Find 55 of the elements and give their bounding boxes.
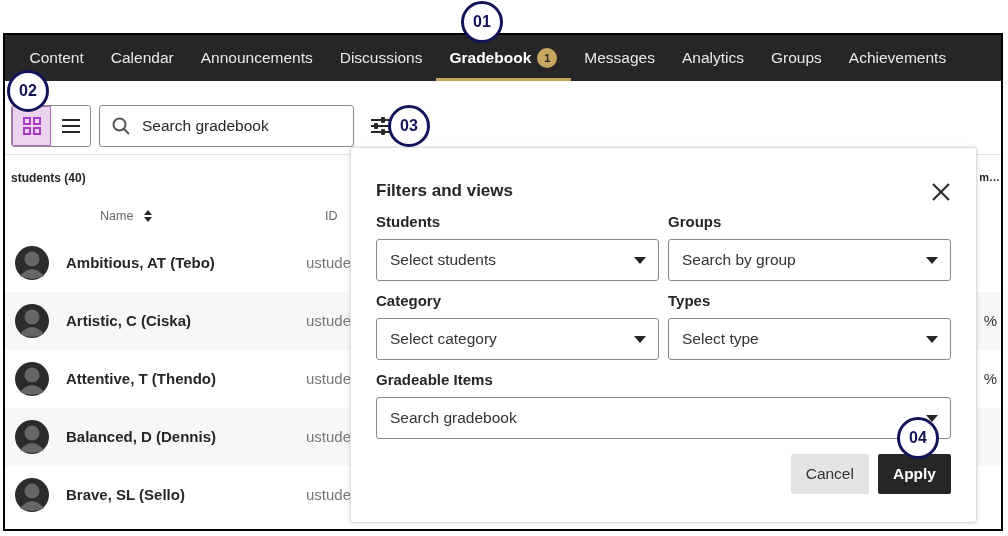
avatar-icon [15, 362, 49, 396]
grid-view-button[interactable] [12, 106, 51, 146]
count-badge: 1 [537, 48, 558, 68]
caret-icon [926, 256, 938, 264]
student-count: students (40) [11, 170, 86, 187]
nav-tab[interactable]: Messages [570, 35, 669, 81]
grid-icon [22, 117, 41, 135]
column-header[interactable]: ID [325, 206, 338, 226]
student-name[interactable]: Balanced, D (Dennis) [66, 425, 306, 449]
student-name[interactable]: Attentive, T (Thendo) [66, 367, 306, 391]
nav-tab[interactable]: Analytics [668, 35, 758, 81]
table-cell-text: % [983, 368, 997, 389]
student-id: ustude [306, 252, 352, 273]
dropdown-field[interactable]: Select students [376, 239, 659, 281]
caret-icon [926, 414, 938, 422]
sort-icon [143, 210, 154, 222]
search-icon [112, 117, 130, 135]
column-header: m… [979, 170, 1000, 185]
nav-tab[interactable]: Groups [757, 35, 836, 81]
avatar-icon [15, 304, 49, 338]
column-header[interactable]: Name [100, 206, 134, 226]
table-cell-text: % [983, 310, 997, 331]
dropdown-field[interactable]: Select type [668, 318, 951, 360]
apply-button[interactable]: Apply [877, 454, 951, 494]
student-name[interactable]: Ambitious, AT (Tebo) [66, 251, 306, 275]
field-label: Groups [668, 212, 723, 231]
avatar-icon [15, 246, 49, 280]
nav-tab[interactable]: Announcements [187, 35, 327, 81]
caret-icon [634, 256, 646, 264]
student-id: ustude [306, 310, 352, 331]
avatar-icon [15, 478, 49, 512]
dropdown-field[interactable]: Search by group [668, 239, 951, 281]
student-name[interactable]: Artistic, C (Ciska) [66, 309, 306, 333]
field-label: Gradeable Items [376, 370, 494, 389]
student-id: ustude [306, 426, 352, 447]
nav-tab[interactable]: Discussions [326, 35, 436, 81]
caret-icon [634, 335, 646, 343]
student-id: ustude [306, 368, 352, 389]
avatar-icon [15, 420, 49, 454]
panel-title: Filters and views [376, 180, 513, 202]
caret-icon [926, 335, 938, 343]
search-field[interactable]: Search gradebook [99, 105, 354, 147]
student-name[interactable]: Brave, SL (Sello) [66, 483, 306, 507]
dropdown-field[interactable]: Select category [376, 318, 659, 360]
menu-icon [61, 119, 80, 133]
field-label: Category [376, 291, 443, 310]
close-icon [932, 182, 950, 201]
field-label: Students [376, 212, 442, 231]
filter-icon [371, 117, 389, 135]
field-label: Types [668, 291, 712, 310]
cancel-button[interactable]: Cancel [790, 454, 869, 494]
nav-tab[interactable]: Achievements [835, 35, 960, 81]
nav-tab[interactable]: Calendar [97, 35, 188, 81]
student-id: ustude [306, 484, 352, 505]
step-marker: 01 [461, 1, 503, 43]
